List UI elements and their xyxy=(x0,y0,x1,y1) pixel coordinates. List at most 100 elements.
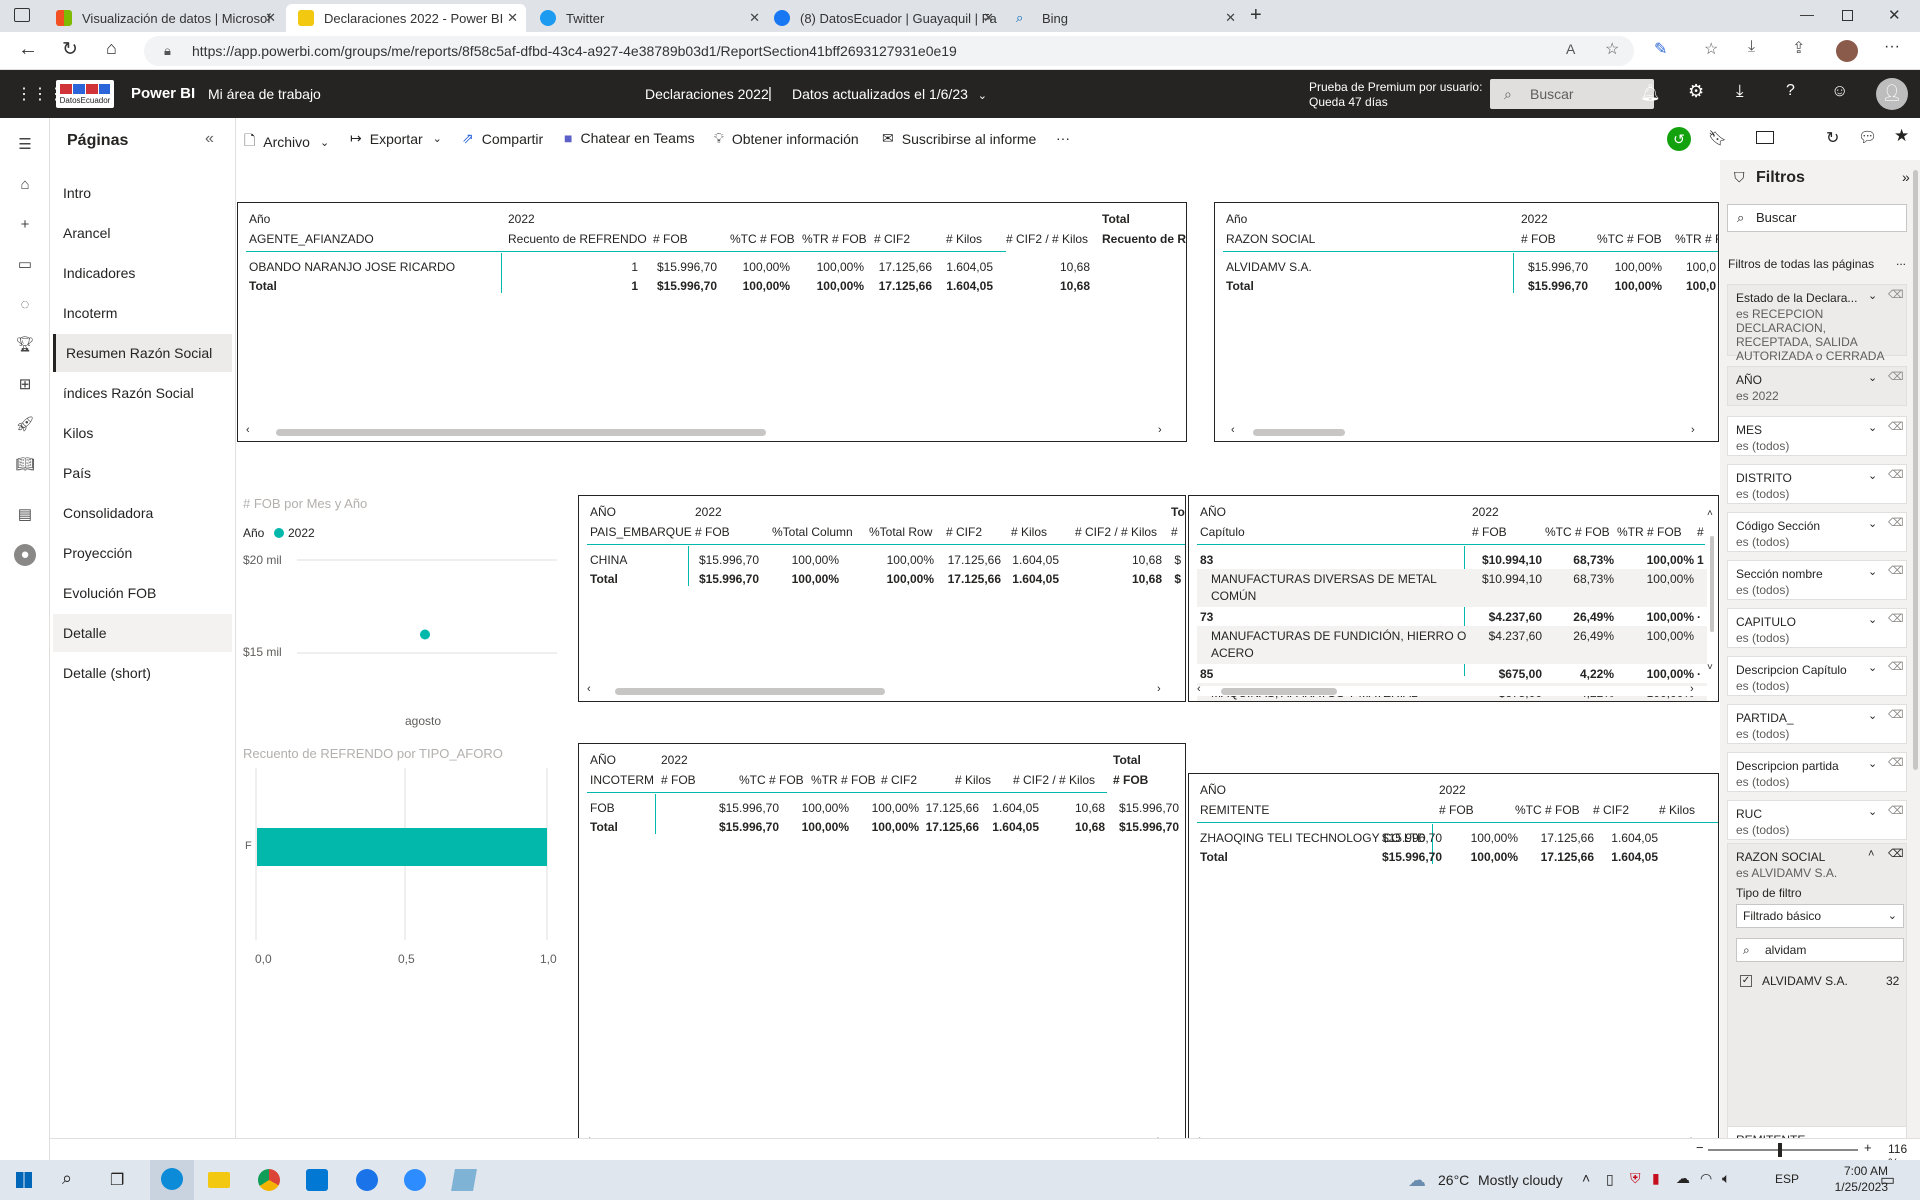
gear-icon[interactable]: ⚙ xyxy=(1688,81,1704,102)
column-header[interactable]: %TR # F xyxy=(1675,232,1718,246)
notification-center-icon[interactable]: ▭ xyxy=(1880,1170,1895,1190)
eraser-icon[interactable]: ⌫ xyxy=(1888,847,1904,860)
weather-temp[interactable]: 26°C xyxy=(1438,1172,1469,1188)
browser-tab-active[interactable]: Declaraciones 2022 - Power BI ✕ xyxy=(286,4,526,32)
favorite-star-icon[interactable]: ★ xyxy=(1894,126,1909,146)
reset-icon[interactable]: ↺ xyxy=(1667,127,1691,151)
collapse-filters-icon[interactable]: » xyxy=(1902,169,1910,185)
column-header[interactable]: # FOB xyxy=(1113,773,1148,787)
user-avatar[interactable]: 👤︎ xyxy=(1876,78,1908,110)
close-tab-icon[interactable]: ✕ xyxy=(1225,10,1236,26)
close-window-button[interactable]: ✕ xyxy=(1888,6,1901,24)
matrix-razon-social[interactable]: Año 2022 RAZON SOCIAL # FOB %TC # FOB %T… xyxy=(1214,202,1719,442)
column-header[interactable]: Recuento de R xyxy=(1102,232,1186,246)
search-icon[interactable]: ⌕ xyxy=(62,1168,72,1189)
column-header[interactable]: # FOB xyxy=(1472,525,1507,539)
outlook-icon[interactable] xyxy=(306,1169,328,1191)
eraser-icon[interactable]: ⌫ xyxy=(1888,804,1904,817)
eraser-icon[interactable]: ⌫ xyxy=(1888,288,1904,301)
scroll-left-icon[interactable]: ‹ xyxy=(1197,683,1201,695)
close-tab-icon[interactable]: ✕ xyxy=(507,10,518,26)
scroll-down-icon[interactable]: ˅ xyxy=(1707,662,1713,673)
chevron-down-icon[interactable]: ⌄ xyxy=(1868,757,1877,770)
comment-icon[interactable]: 💬︎ xyxy=(1858,128,1877,146)
feedback-icon[interactable]: ☺ xyxy=(1831,81,1848,101)
share-icon[interactable]: ⇪ xyxy=(1792,38,1805,58)
downloads-icon[interactable]: ⤓ xyxy=(1748,38,1755,56)
column-header[interactable]: # CIF2 / # Kilos xyxy=(1075,525,1157,539)
more-options-button[interactable]: ··· xyxy=(1056,130,1070,146)
zoom-slider-thumb[interactable] xyxy=(1778,1143,1782,1157)
column-header[interactable]: %TR # FOB xyxy=(1617,525,1682,539)
child-label[interactable]: MANUFACTURAS DE FUNDICIÓN, HIERRO O xyxy=(1211,629,1466,643)
scroll-up-icon[interactable]: ˄ xyxy=(1707,508,1713,519)
page-item[interactable]: Intro xyxy=(53,174,232,212)
column-header[interactable]: # Kilos xyxy=(955,773,991,787)
apps-icon[interactable]: ⊞ xyxy=(14,374,36,396)
chevron-down-icon[interactable]: ⌄ xyxy=(1868,709,1877,722)
tray-chevron-icon[interactable]: ˄ xyxy=(1582,1170,1590,1186)
filters-section-more[interactable]: ... xyxy=(1896,254,1906,268)
page-item[interactable]: Kilos xyxy=(53,414,232,452)
column-header[interactable]: RAZON SOCIAL xyxy=(1226,232,1315,246)
chevron-down-icon[interactable]: ⌄ xyxy=(1868,613,1877,626)
workspaces-icon[interactable]: ▤ xyxy=(14,504,36,526)
column-header[interactable]: # FOB xyxy=(661,773,696,787)
filter-option[interactable]: ✓ ALVIDAMV S.A. 32 xyxy=(1736,972,1904,992)
zoom-out-button[interactable]: − xyxy=(1696,1140,1704,1155)
column-header[interactable]: # FOB xyxy=(653,232,688,246)
archivo-menu[interactable]: 🗋︎ Archivo ⌄ xyxy=(244,130,329,154)
volume-icon[interactable]: 🔈︎ xyxy=(1722,1170,1730,1187)
hamburger-icon[interactable]: ☰ xyxy=(14,134,36,156)
column-header[interactable]: # CIF2 xyxy=(874,232,910,246)
chevron-down-icon[interactable]: ⌄ xyxy=(1868,565,1877,578)
matrix-incoterm[interactable]: AÑO 2022 Total INCOTERM # FOB %TC # FOB … xyxy=(578,743,1186,1153)
filters-scrollbar[interactable] xyxy=(1913,170,1918,770)
minimize-button[interactable]: — xyxy=(1800,6,1814,22)
column-header[interactable]: # xyxy=(1171,525,1178,539)
chevron-down-icon[interactable]: ⌄ xyxy=(1868,661,1877,674)
restore-button[interactable] xyxy=(1842,10,1853,21)
close-tab-icon[interactable]: ✕ xyxy=(749,10,760,26)
edge-taskbar-icon[interactable] xyxy=(150,1160,194,1200)
workspace-link[interactable]: Mi área de trabajo xyxy=(208,86,321,102)
matrix-pais-embarque[interactable]: AÑO 2022 To PAIS_EMBARQUE # FOB %Total C… xyxy=(578,495,1186,702)
vertical-scrollbar[interactable]: ˄ ˅ xyxy=(1707,508,1717,678)
refrendo-by-aforo-chart[interactable]: Recuento de REFRENDO por TIPO_AFORO F 0,… xyxy=(237,740,567,1140)
tab-actions-icon[interactable] xyxy=(14,8,30,22)
logo[interactable]: DatosEcuador xyxy=(56,80,114,108)
checkbox[interactable]: ✓ xyxy=(1740,975,1752,987)
page-item[interactable]: País xyxy=(53,454,232,492)
page-item[interactable]: Incoterm xyxy=(53,294,232,332)
read-aloud-icon[interactable]: A xyxy=(1566,41,1575,57)
eraser-icon[interactable]: ⌫ xyxy=(1888,756,1904,769)
page-item[interactable]: Arancel xyxy=(53,214,232,252)
weather-icon[interactable]: ☁ xyxy=(1408,1170,1426,1191)
bell-icon[interactable]: 🔔︎ xyxy=(1640,83,1660,103)
learn-icon[interactable]: 📖︎ xyxy=(14,454,36,476)
chevron-down-icon[interactable]: ⌄ xyxy=(1868,421,1877,434)
insights-button[interactable]: 💡︎ Obtener información xyxy=(714,130,859,147)
filter-card[interactable]: PARTIDA_ es (todos) ⌄ ⌫ xyxy=(1727,704,1907,744)
page-item[interactable]: Detalle (short) xyxy=(53,654,232,692)
filter-card[interactable]: MES es (todos) ⌄ ⌫ xyxy=(1727,416,1907,456)
matrix-agente-afianzado[interactable]: Año 2022 Total AGENTE_AFIANZADO Recuento… xyxy=(237,202,1187,442)
zoom-app-icon[interactable] xyxy=(404,1169,426,1191)
refresh-icon[interactable]: ↻ xyxy=(62,38,78,61)
deployment-icon[interactable]: 🚀︎ xyxy=(14,414,36,436)
filter-card[interactable]: Descripcion partida es (todos) ⌄ ⌫ xyxy=(1727,752,1907,792)
header-search-input[interactable]: ⌕ Buscar xyxy=(1490,79,1654,109)
view-icon[interactable] xyxy=(1756,131,1774,144)
refresh-visuals-icon[interactable]: ↻ xyxy=(1826,128,1839,148)
matrix-remitente[interactable]: AÑO 2022 REMITENTE # FOB %TC # FOB # CIF… xyxy=(1188,773,1719,1153)
column-header[interactable]: INCOTERM xyxy=(590,773,654,787)
home-icon[interactable]: ⌂ xyxy=(14,174,36,196)
eraser-icon[interactable]: ⌫ xyxy=(1888,370,1904,383)
filter-value-search[interactable]: ⌕ alvidam xyxy=(1736,938,1904,962)
scroll-right-icon[interactable]: › xyxy=(1691,424,1695,436)
chevron-down-icon[interactable]: ⌄ xyxy=(1868,289,1877,302)
matrix-capitulo[interactable]: AÑO 2022 Capítulo # FOB %TC # FOB %TR # … xyxy=(1188,495,1719,702)
exportar-menu[interactable]: ↦ Exportar ⌄ xyxy=(350,130,442,147)
data-updated-dropdown[interactable]: Datos actualizados el 1/6/23 ⌄ xyxy=(792,86,987,102)
eraser-icon[interactable]: ⌫ xyxy=(1888,468,1904,481)
